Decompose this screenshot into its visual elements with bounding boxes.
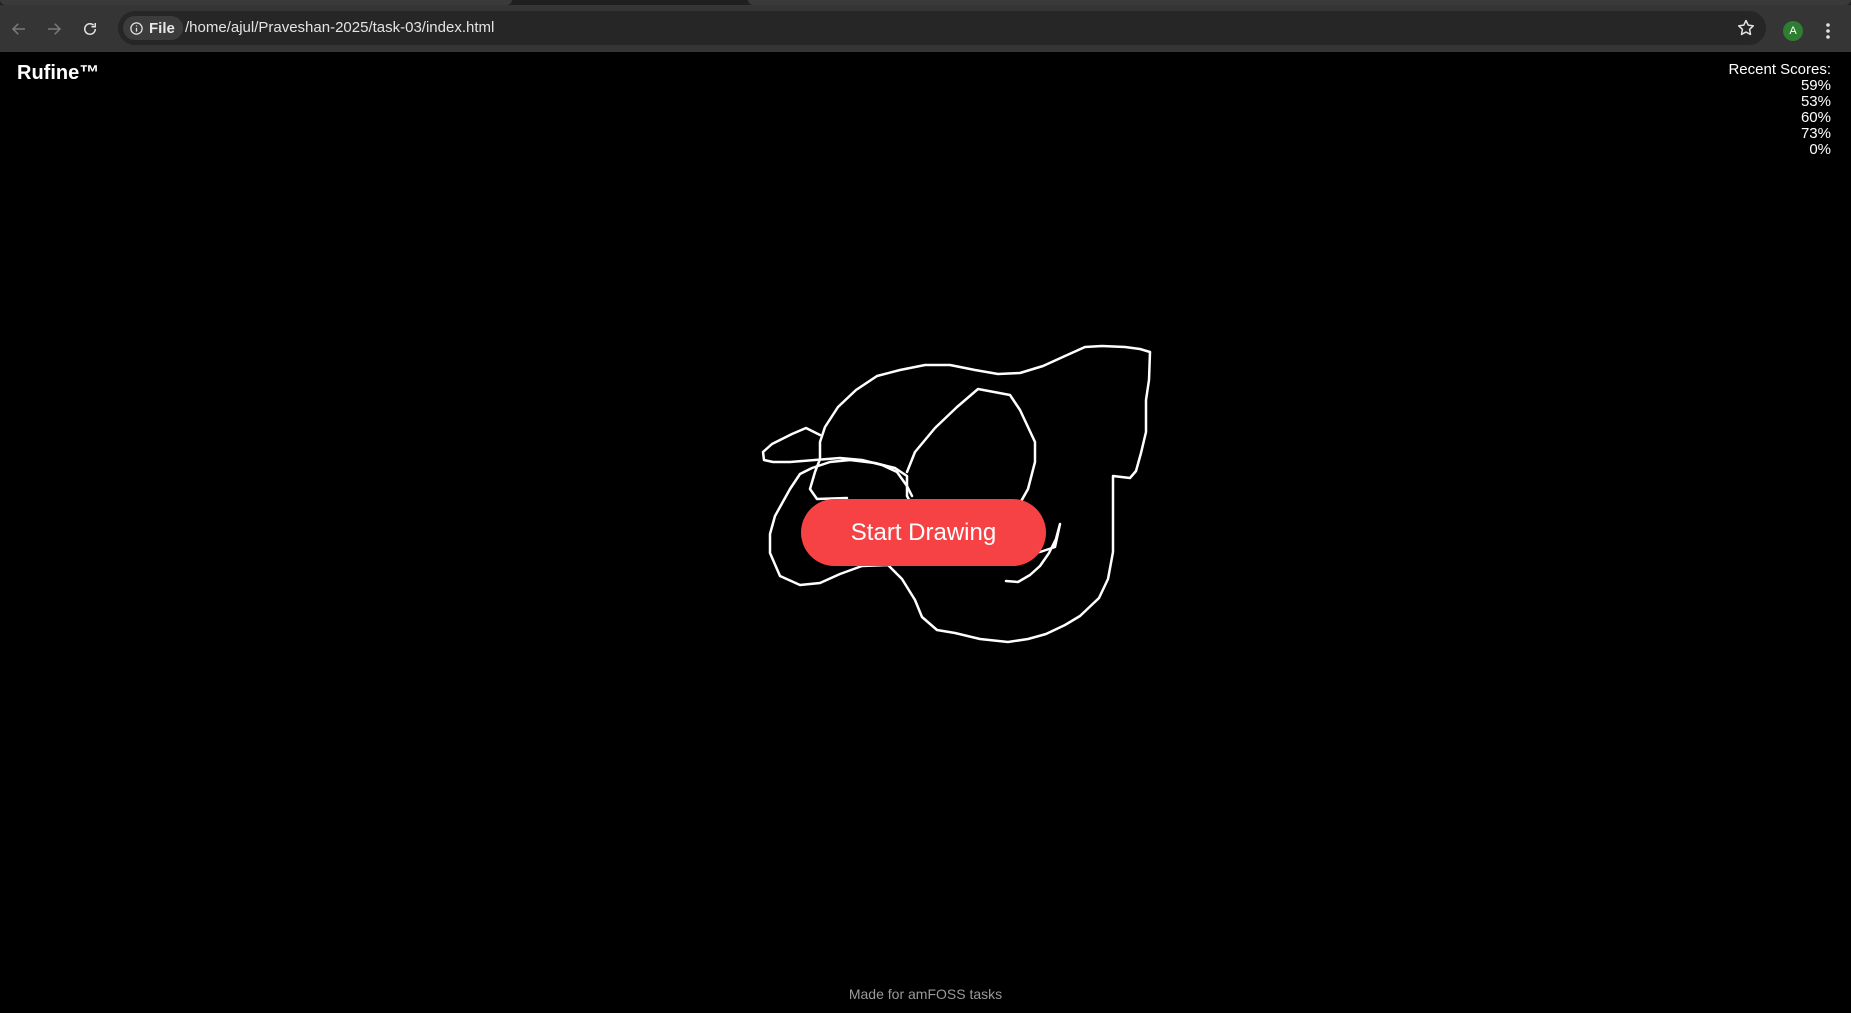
score-item: 60% bbox=[1800, 109, 1831, 126]
site-info-label: File bbox=[149, 19, 175, 37]
back-button[interactable] bbox=[6, 16, 32, 42]
recent-scores-panel: Recent Scores: 59% 53% 60% 73% 0% bbox=[1728, 62, 1831, 158]
recent-scores-title: Recent Scores: bbox=[1728, 61, 1831, 78]
back-arrow-icon bbox=[11, 23, 25, 35]
score-item: 73% bbox=[1800, 125, 1831, 142]
score-item: 0% bbox=[1809, 141, 1831, 158]
freehand-stroke bbox=[768, 344, 1152, 644]
star-icon[interactable] bbox=[1736, 18, 1756, 38]
url-text[interactable]: /home/ajul/Praveshan-2025/task-03/index.… bbox=[185, 11, 494, 45]
browser-toolbar: File /home/ajul/Praveshan-2025/task-03/i… bbox=[0, 5, 1851, 52]
forward-arrow-icon bbox=[48, 23, 62, 35]
brand-logo: Rufine™ bbox=[17, 62, 100, 84]
profile-avatar[interactable]: A bbox=[1783, 21, 1803, 41]
start-drawing-button[interactable]: Start Drawing bbox=[801, 499, 1046, 566]
page-viewport: Rufine™ Recent Scores: 59% 53% 60% 73% 0… bbox=[0, 52, 1851, 1013]
kebab-menu-icon[interactable] bbox=[1818, 20, 1838, 42]
site-info-chip[interactable]: File bbox=[123, 16, 183, 40]
score-item: 53% bbox=[1800, 93, 1831, 110]
info-icon bbox=[130, 21, 143, 35]
reload-icon bbox=[84, 23, 96, 35]
forward-button[interactable] bbox=[41, 16, 67, 42]
reload-button[interactable] bbox=[77, 16, 103, 42]
footer-text: Made for amFOSS tasks bbox=[848, 986, 1003, 1002]
address-bar[interactable]: File /home/ajul/Praveshan-2025/task-03/i… bbox=[118, 11, 1766, 45]
score-item: 59% bbox=[1800, 77, 1831, 94]
